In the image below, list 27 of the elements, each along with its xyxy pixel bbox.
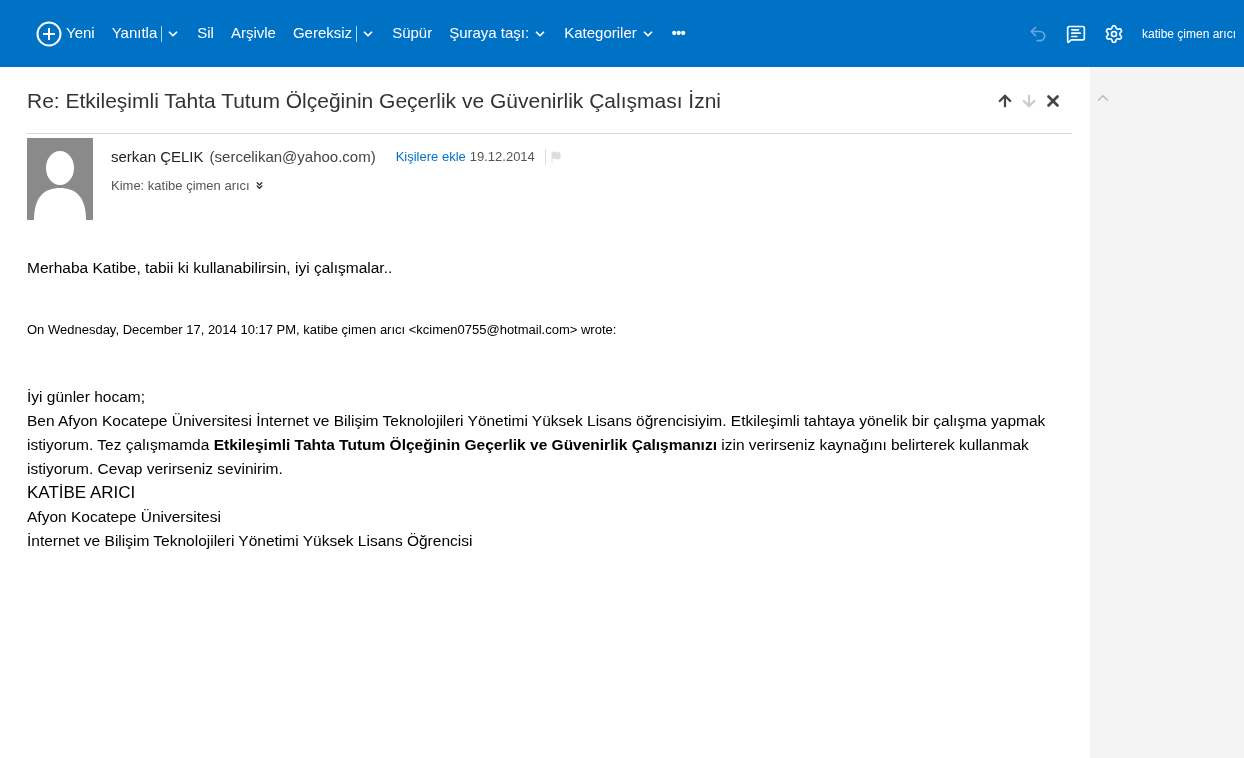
feedback-icon[interactable] bbox=[1065, 23, 1086, 44]
avatar-silhouette-icon bbox=[27, 137, 93, 220]
sender-name: serkan ÇELIK bbox=[111, 146, 204, 167]
body-text: İnternet ve Bilişim Teknolojileri Yönetimi Yüksek Lisans Öğrencisi bbox=[27, 531, 474, 551]
toolbar-button[interactable]: Yanıtla bbox=[111, 22, 158, 45]
settings-icon[interactable] bbox=[1103, 23, 1124, 44]
plus-circle-icon bbox=[36, 20, 62, 47]
toolbar-button[interactable]: Gereksiz bbox=[292, 22, 353, 45]
sender-email: (sercelikan@yahoo.com) bbox=[209, 146, 376, 167]
toolbar-button[interactable]: Sil bbox=[197, 22, 214, 45]
message-date: 19.12.2014 bbox=[469, 148, 535, 166]
body-text: İyi günler hocam; bbox=[27, 387, 147, 407]
recipient-text: Kime: katibe çimen arıcı bbox=[111, 177, 250, 195]
new-button[interactable]: Yeni bbox=[36, 20, 95, 47]
add-contact-link[interactable]: Kişilere ekle bbox=[395, 147, 466, 167]
body-text: Merhaba Katibe, tabii ki kullanabilirsin, iyi çalışmalar.. bbox=[27, 257, 394, 278]
toolbar-dropdown[interactable]: Kategoriler bbox=[564, 22, 655, 45]
quote-header: On Wednesday, December 17, 2014 10:17 PM, katibe çimen arıcı <kcimen0755@hotmail.com> wrote: bbox=[27, 320, 618, 339]
message-subject: Re: Etkileşimli Tahta Tutum Ölçeğinin Geçerlik ve Güvenirlik Çalışması İzni bbox=[27, 88, 721, 114]
more-button[interactable]: ••• bbox=[671, 23, 686, 44]
user-name[interactable]: katibe çimen arıcı bbox=[1141, 24, 1236, 43]
body-text: Ben Afyon Kocatepe Üniversitesi İnternet ve Bilişim Teknolojileri Yönetimi Yüksek Lisans öğrencisiyim. Etkileşimli tahtaya yönelik bir çalışma yapmak istiyorum. Tez çalışmamda Etkileşimli Tahta Tutum Ölçeğinin Geçerlik ve Güvenirlik Çalışmanızı izin verirseniz kaynağını belirterek kullanmak istiyorum. Cevap verirseniz sevinirim. bbox=[27, 411, 1047, 479]
toolbar-button[interactable]: Süpür bbox=[392, 22, 433, 45]
body-text: Afyon Kocatepe Üniversitesi bbox=[27, 507, 222, 527]
toolbar-button[interactable]: Arşivle bbox=[230, 22, 276, 45]
toolbar-dropdown[interactable]: Şuraya taşı: bbox=[449, 22, 548, 45]
signature-name: KATİBE ARICI bbox=[27, 482, 137, 504]
